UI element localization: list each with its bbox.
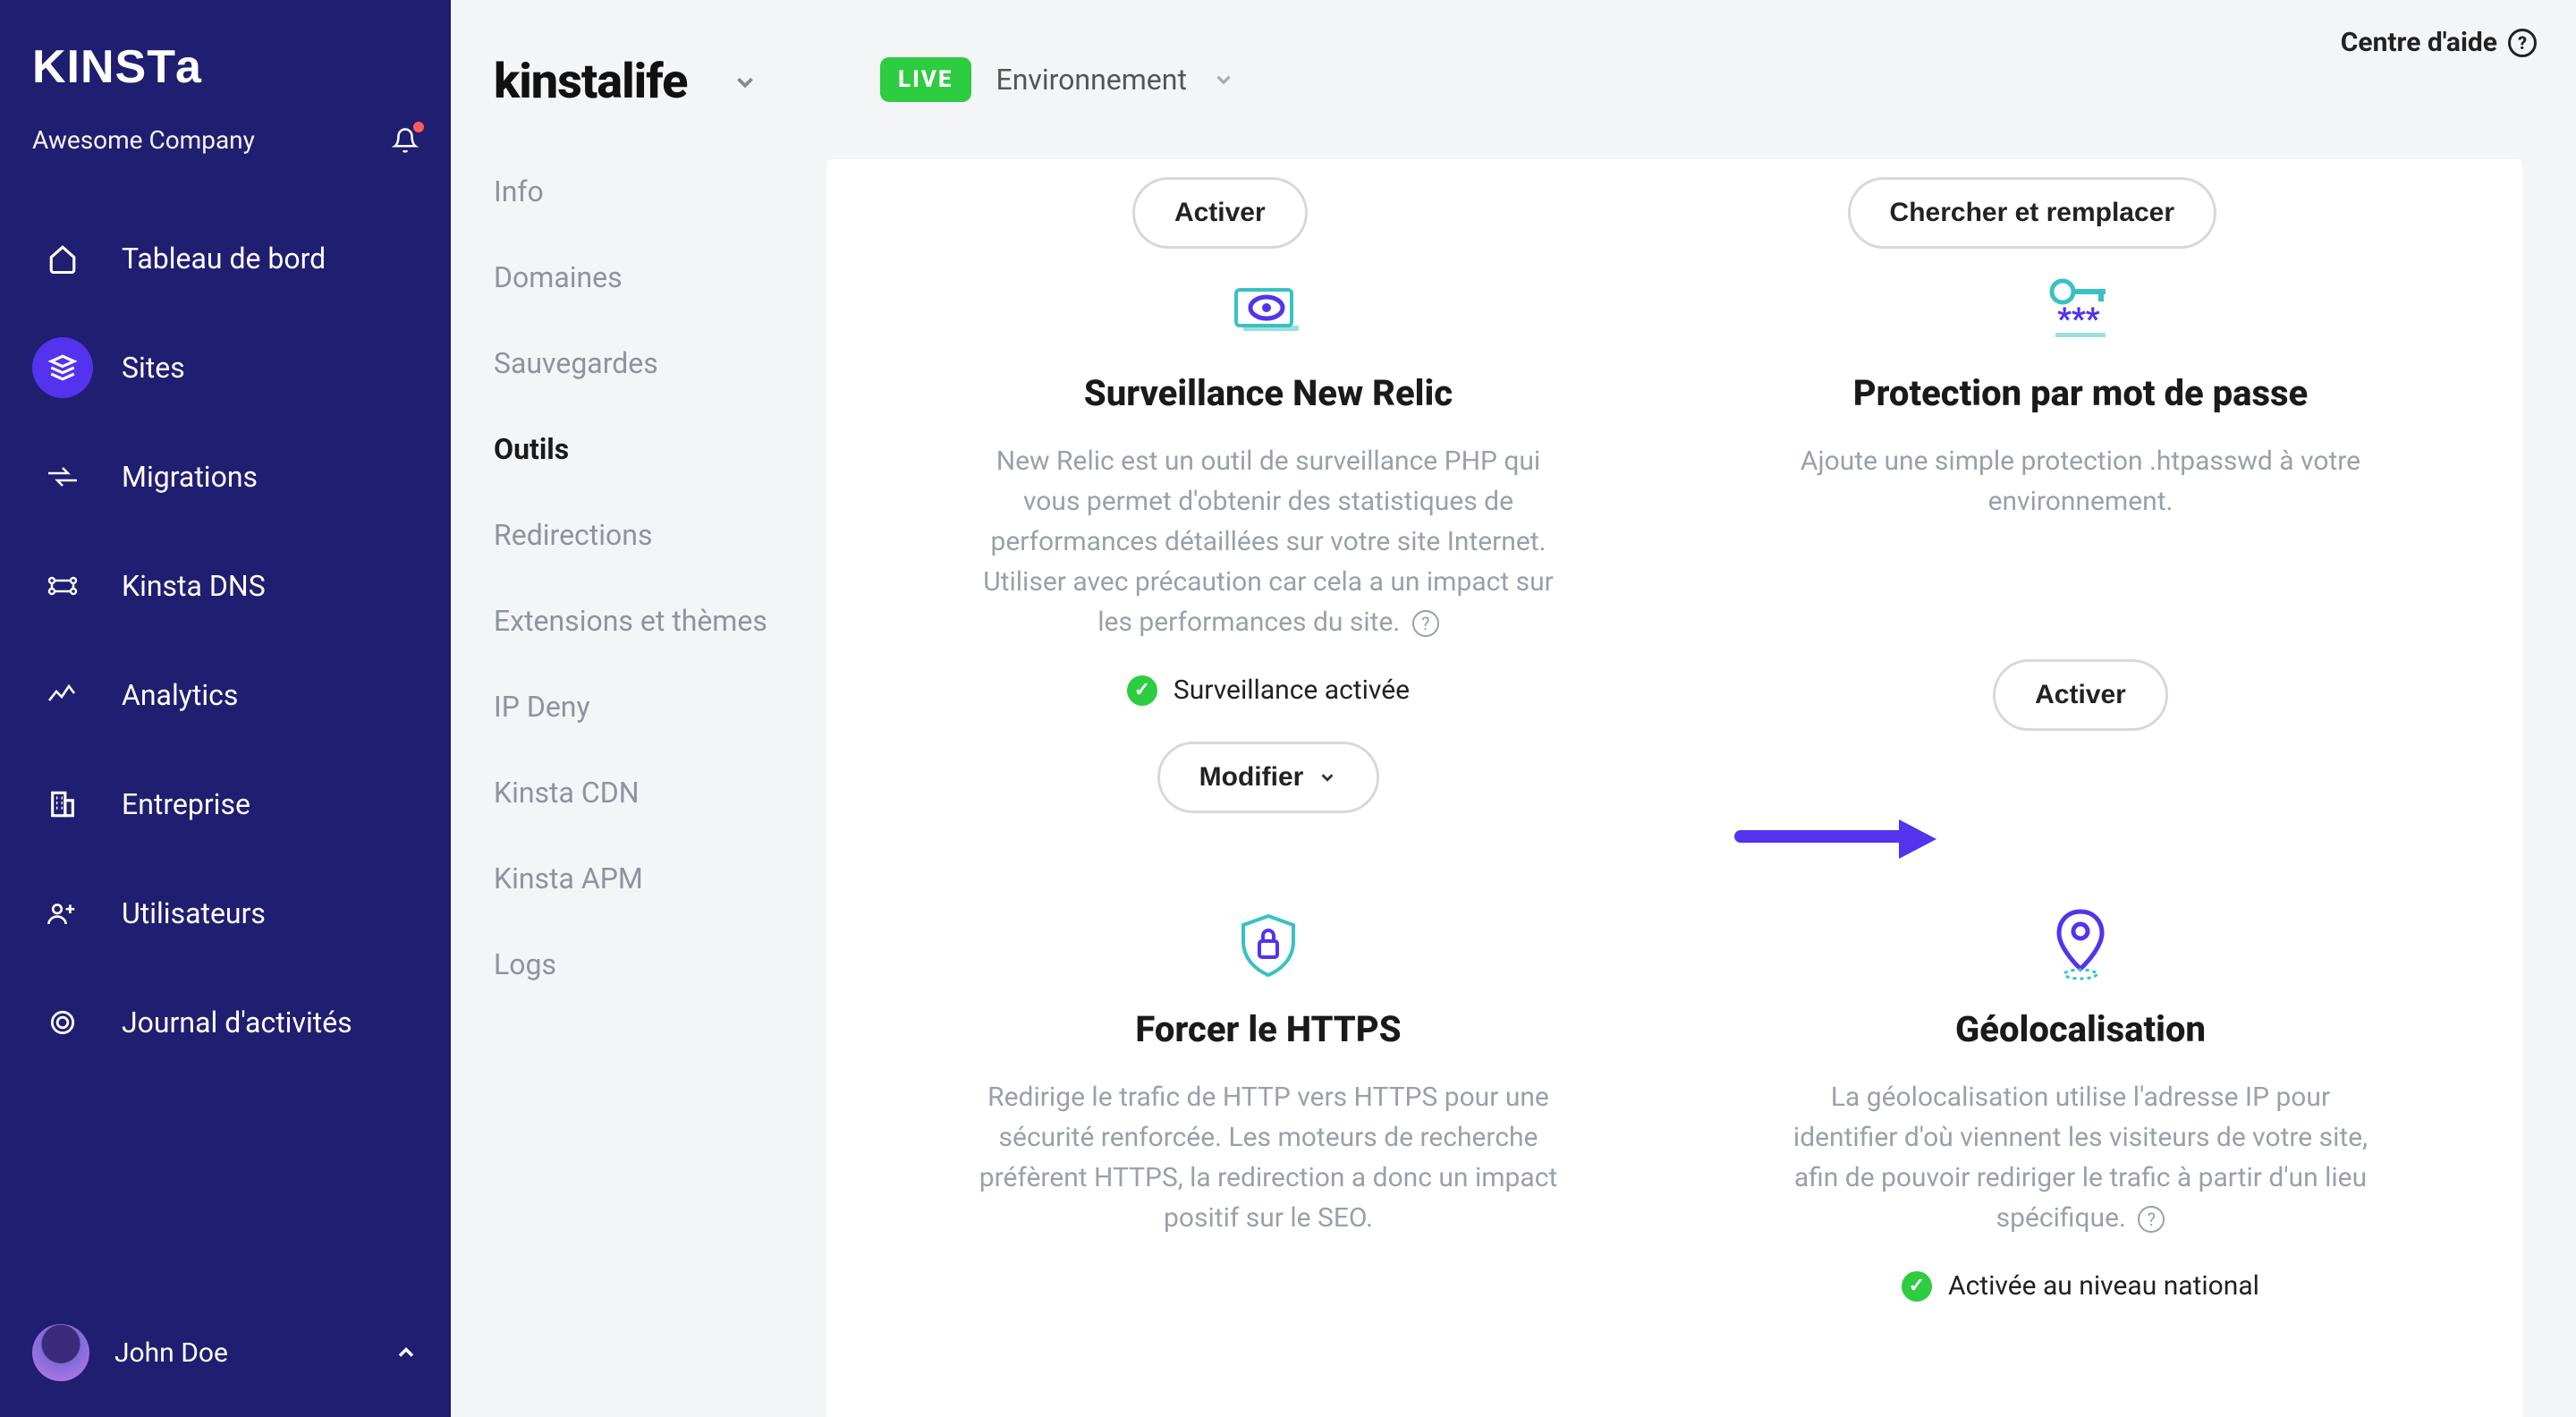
company-icon — [47, 789, 78, 819]
sidebar-item-dns[interactable]: Kinsta DNS — [32, 545, 419, 627]
kinsta-logo: KINSTa — [32, 43, 419, 93]
sidebar-item-sites[interactable]: Sites — [32, 327, 419, 409]
chevron-up-icon — [394, 1340, 419, 1365]
geolocation-icon — [1710, 903, 2451, 989]
help-icon: ? — [2508, 29, 2537, 57]
notifications-bell[interactable] — [392, 127, 419, 154]
svg-text:***: *** — [2057, 301, 2100, 337]
tool-force-https: Forcer le HTTPS Redirige le trafic de HT… — [862, 903, 1674, 1337]
modify-button[interactable]: Modifier — [1157, 742, 1380, 813]
live-badge: LIVE — [880, 57, 971, 102]
tool-geolocation: Géolocalisation La géolocalisation utili… — [1674, 903, 2487, 1337]
subnav-item-redirects[interactable]: Redirections — [494, 518, 784, 552]
button-label: Activer — [1174, 198, 1266, 228]
users-icon — [47, 900, 79, 927]
tool-title: Géolocalisation — [1710, 1008, 2451, 1050]
left-sidebar: KINSTa Awesome Company Tableau de bord S… — [0, 0, 451, 1417]
subnav-item-logs[interactable]: Logs — [494, 947, 784, 981]
chevron-down-icon — [732, 69, 758, 96]
button-label: Activer — [2035, 680, 2126, 710]
subnav-item-backups[interactable]: Sauvegardes — [494, 346, 784, 380]
sidebar-item-label: Utilisateurs — [122, 896, 266, 930]
tool-description: New Relic est un outil de surveillance P… — [973, 441, 1563, 642]
search-replace-button[interactable]: Chercher et remplacer — [1848, 177, 2217, 249]
subnav-item-domains[interactable]: Domaines — [494, 260, 784, 294]
sidebar-item-activity-log[interactable]: Journal d'activités — [32, 981, 419, 1064]
activate-button-top[interactable]: Activer — [1132, 177, 1308, 249]
tool-description: Redirige le trafic de HTTP vers HTTPS po… — [973, 1077, 1563, 1238]
tool-password-protection: *** Protection par mot de passe Ajoute u… — [1674, 267, 2487, 813]
sidebar-item-label: Analytics — [122, 678, 238, 712]
sites-icon — [47, 352, 78, 383]
help-center-link[interactable]: Centre d'aide ? — [2341, 27, 2537, 58]
notification-dot — [413, 122, 424, 132]
activity-icon — [47, 1010, 78, 1035]
subnav-item-ip-deny[interactable]: IP Deny — [494, 690, 784, 724]
sidebar-item-label: Entreprise — [122, 787, 250, 821]
site-subnav: kinstalife Info Domaines Sauvegardes Out… — [451, 0, 826, 1417]
sidebar-item-label: Sites — [122, 351, 185, 385]
tool-status: ✓ Activée au niveau national — [1710, 1270, 2451, 1302]
tool-newrelic: Surveillance New Relic New Relic est un … — [862, 267, 1674, 813]
environment-label: Environnement — [996, 63, 1187, 97]
sidebar-item-label: Kinsta DNS — [122, 569, 266, 603]
tool-description: Ajoute une simple protection .htpasswd à… — [1785, 441, 2376, 522]
subnav-item-tools[interactable]: Outils — [494, 432, 784, 466]
sidebar-item-label: Migrations — [122, 460, 258, 494]
status-label: Surveillance activée — [1174, 675, 1410, 706]
environment-selector[interactable]: LIVE Environnement — [826, 0, 2576, 123]
button-label: Modifier — [1199, 762, 1304, 793]
subnav-items: Info Domaines Sauvegardes Outils Redirec… — [494, 174, 784, 981]
avatar — [32, 1324, 89, 1381]
subnav-item-apm[interactable]: Kinsta APM — [494, 861, 784, 895]
sidebar-item-migrations[interactable]: Migrations — [32, 436, 419, 518]
newrelic-icon — [898, 267, 1639, 352]
tool-description: La géolocalisation utilise l'adresse IP … — [1785, 1077, 2376, 1238]
subnav-item-plugins-themes[interactable]: Extensions et thèmes — [494, 604, 784, 638]
help-center-label: Centre d'aide — [2341, 27, 2497, 58]
info-icon[interactable]: ? — [2138, 1206, 2165, 1233]
chevron-down-icon — [1212, 68, 1235, 91]
svg-text:a: a — [175, 43, 202, 93]
https-icon — [898, 903, 1639, 989]
company-name[interactable]: Awesome Company — [32, 125, 255, 155]
tool-title: Forcer le HTTPS — [898, 1008, 1639, 1050]
status-label: Activée au niveau national — [1948, 1270, 2259, 1302]
password-icon: *** — [1710, 267, 2451, 352]
user-menu[interactable]: John Doe — [32, 1324, 419, 1381]
site-name: kinstalife — [494, 54, 687, 110]
tool-title: Protection par mot de passe — [1710, 372, 2451, 414]
sidebar-item-label: Tableau de bord — [122, 242, 326, 276]
nav-items: Tableau de bord Sites Migrations Kinsta … — [32, 217, 419, 1064]
tool-status: ✓ Surveillance activée — [898, 675, 1639, 706]
dns-icon — [47, 573, 79, 599]
activate-button[interactable]: Activer — [1993, 659, 2168, 731]
user-name: John Doe — [114, 1337, 228, 1369]
sidebar-item-users[interactable]: Utilisateurs — [32, 872, 419, 955]
home-icon — [47, 243, 78, 274]
sidebar-item-label: Journal d'activités — [122, 1005, 352, 1039]
sidebar-item-company[interactable]: Entreprise — [32, 763, 419, 845]
analytics-icon — [47, 683, 78, 708]
svg-text:KINST: KINST — [32, 43, 176, 93]
main-area: Centre d'aide ? LIVE Environnement Activ… — [826, 0, 2576, 1417]
button-label: Chercher et remplacer — [1890, 198, 2175, 228]
check-icon: ✓ — [1902, 1271, 1932, 1302]
tool-title: Surveillance New Relic — [898, 372, 1639, 414]
subnav-item-info[interactable]: Info — [494, 174, 784, 208]
sidebar-item-analytics[interactable]: Analytics — [32, 654, 419, 736]
sidebar-item-dashboard[interactable]: Tableau de bord — [32, 217, 419, 300]
chevron-down-icon — [1318, 768, 1337, 787]
check-icon: ✓ — [1127, 675, 1157, 706]
info-icon[interactable]: ? — [1412, 610, 1439, 637]
site-selector[interactable]: kinstalife — [494, 54, 784, 110]
subnav-item-cdn[interactable]: Kinsta CDN — [494, 776, 784, 810]
tools-card: Activer Chercher et remplacer Surveillan… — [826, 159, 2522, 1417]
migration-icon — [47, 463, 79, 490]
